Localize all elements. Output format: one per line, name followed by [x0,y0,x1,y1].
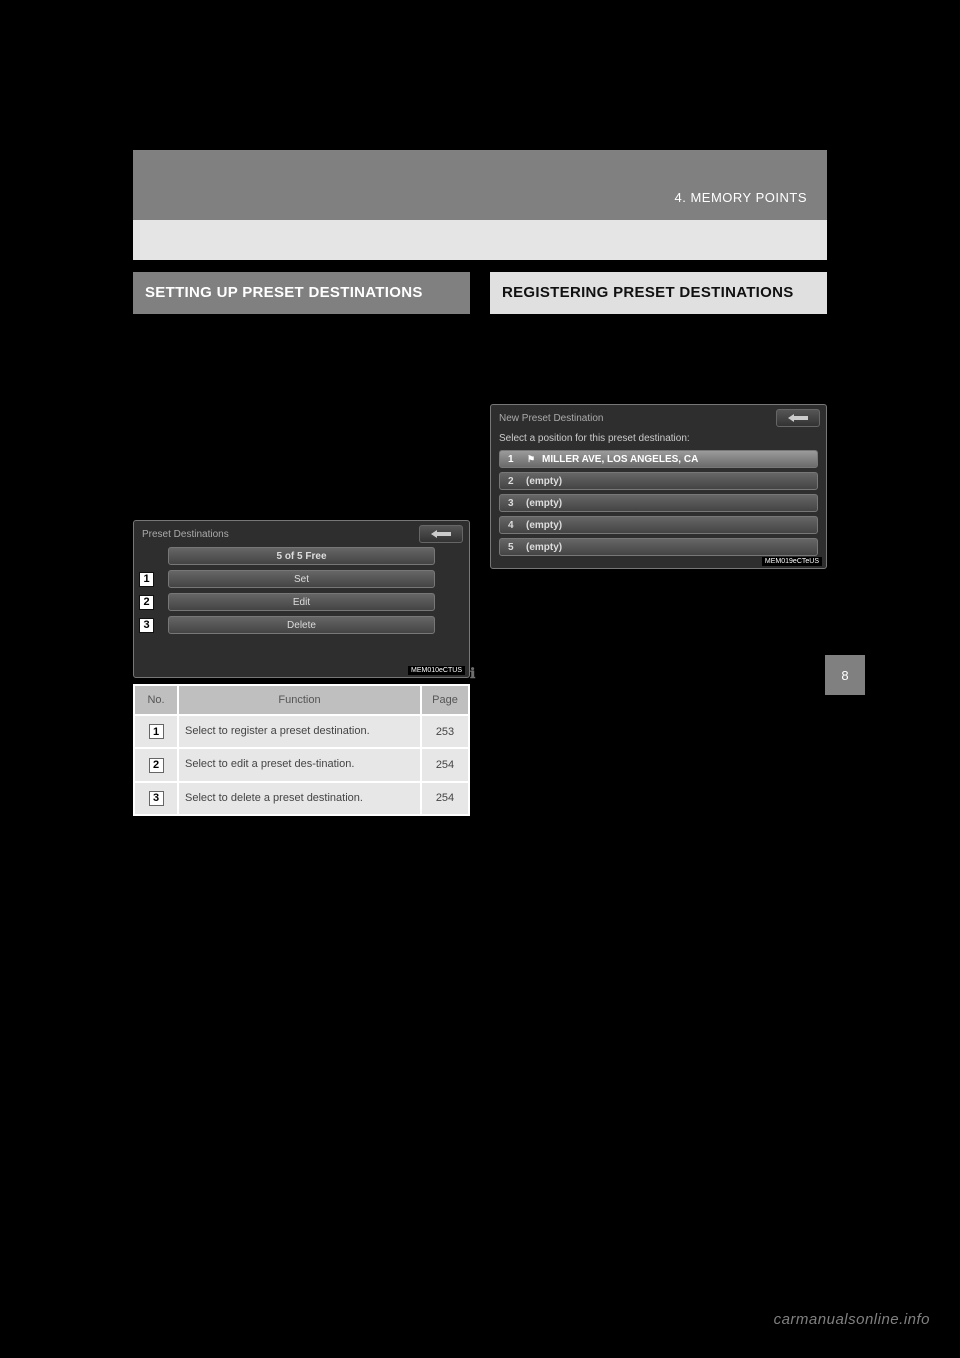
table-row: 1 Select to register a preset destinatio… [134,715,469,748]
screenshot2-title: New Preset Destination [499,413,604,424]
slot-label-2: (empty) [526,476,562,487]
spacer [490,314,827,404]
set-button[interactable]: Set [168,570,435,588]
table-func-1: Select to register a preset destination. [178,715,421,748]
table-page-1: 253 [421,715,469,748]
preset-slot-4[interactable]: 4 (empty) [499,516,818,534]
chapter-title: 4. MEMORY POINTS [675,190,808,205]
preset-slot-2[interactable]: 2 (empty) [499,472,818,490]
section-title-left: SETTING UP PRESET DESTINATIONS [133,272,470,314]
screenshot2-subtitle: Select a position for this preset destin… [491,431,826,450]
back-arrow-icon [786,413,810,423]
flag-icon: ⚑ [526,454,536,465]
back-button[interactable] [419,525,463,543]
table-header-page: Page [421,685,469,715]
screenshot-title: Preset Destinations [142,529,229,540]
preset-destinations-screenshot: Preset Destinations 5 of 5 Free 1 Set 2 … [133,520,470,678]
slot-label-1: MILLER AVE, LOS ANGELES, CA [542,454,698,465]
table-page-2: 254 [421,748,469,781]
info-icon: ℹ [470,665,480,675]
callout-box-2: 2 [139,595,154,610]
preset-slot-5[interactable]: 5 (empty) [499,538,818,556]
table-num-1: 1 [149,724,164,739]
table-num-2: 2 [149,758,164,773]
free-count-bar: 5 of 5 Free [168,547,435,565]
function-table: No. Function Page 1 Select to register a… [133,684,470,816]
table-row: 2 Select to edit a preset des-tination. … [134,748,469,781]
preset-slot-1[interactable]: 1 ⚑ MILLER AVE, LOS ANGELES, CA [499,450,818,468]
slot-label-5: (empty) [526,542,562,553]
table-func-3: Select to delete a preset destination. [178,782,421,815]
back-button-2[interactable] [776,409,820,427]
spacer [133,314,470,520]
new-preset-screenshot: New Preset Destination Select a position… [490,404,827,569]
table-func-2: Select to edit a preset des-tination. [178,748,421,781]
table-num-3: 3 [149,791,164,806]
header-white-strip [133,220,827,260]
image-id-right: MEM019eCTeUS [762,557,822,566]
page-section-tab: 8 [825,655,865,695]
slot-num-4: 4 [508,520,526,531]
table-header-function: Function [178,685,421,715]
preset-slot-3[interactable]: 3 (empty) [499,494,818,512]
table-row: 3 Select to delete a preset destination.… [134,782,469,815]
slot-num-3: 3 [508,498,526,509]
table-page-3: 254 [421,782,469,815]
slot-label-4: (empty) [526,520,562,531]
callout-box-3: 3 [139,618,154,633]
section-title-right: REGISTERING PRESET DESTINATIONS [490,272,827,314]
slot-num-5: 5 [508,542,526,553]
watermark: carmanualsonline.info [774,1311,930,1328]
slot-num-2: 2 [508,476,526,487]
back-arrow-icon [429,529,453,539]
delete-button[interactable]: Delete [168,616,435,634]
slot-label-3: (empty) [526,498,562,509]
slot-num-1: 1 [508,454,526,465]
callout-box-1: 1 [139,572,154,587]
table-header-no: No. [134,685,178,715]
image-id-left: MEM010eCTUS [408,666,465,675]
edit-button[interactable]: Edit [168,593,435,611]
